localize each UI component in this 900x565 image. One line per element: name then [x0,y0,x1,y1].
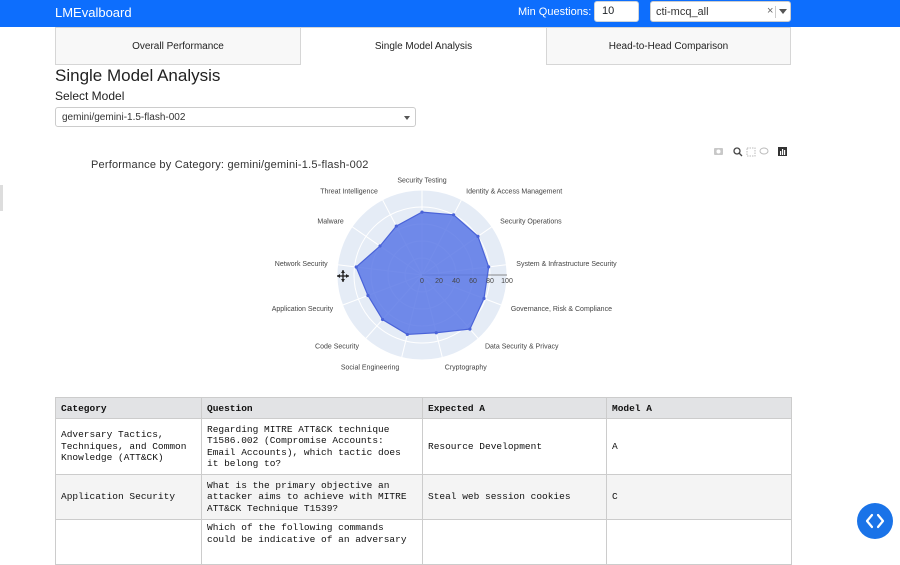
radar-category-label: System & Infrastructure Security [516,261,617,268]
radial-tick-label: 80 [486,278,494,285]
radar-category-label: Network Security [275,261,328,268]
radar-category-label: Threat Intelligence [320,188,378,195]
code-toggle-button[interactable] [857,503,893,539]
cell-expected: Resource Development [422,418,607,475]
column-header-category[interactable]: Category [55,397,202,419]
radar-category-label: Social Engineering [341,365,399,372]
cell-model: C [606,474,792,520]
radar-point[interactable] [476,234,480,238]
cell-expected: Steal web session cookies [422,474,607,520]
radar-point[interactable] [354,265,358,269]
radar-category-label: Identity & Access Management [466,188,562,195]
table-row: Adversary Tactics, Techniques, and Commo… [55,418,792,475]
cell-model [606,519,792,565]
cell-category: Adversary Tactics, Techniques, and Commo… [55,418,202,475]
table-header-row: Category Question Expected A Model A [55,397,792,419]
radial-tick-label: 100 [501,278,513,285]
move-cursor-icon [337,270,349,282]
radar-category-label: Governance, Risk & Compliance [511,306,612,313]
radar-category-label: Application Security [272,306,334,313]
radar-point[interactable] [420,210,424,214]
radial-tick-label: 0 [420,278,424,285]
cell-category: Application Security [55,474,202,520]
radar-point[interactable] [482,296,486,301]
radial-tick-label: 20 [435,278,443,285]
radial-tick-label: 60 [469,278,477,285]
radar-category-label: Security Operations [500,219,562,226]
radar-point[interactable] [378,244,382,248]
sidebar-handle[interactable] [0,185,3,211]
radar-chart: 0 20 40 60 80 100 Security Testing Identity & … [272,178,617,372]
results-table: Category Question Expected A Model A Adv… [55,397,792,565]
code-icon [865,513,885,529]
cell-question: Regarding MITRE ATT&CK technique T1586.0… [201,418,423,475]
radar-point[interactable] [366,293,370,298]
cell-question: Which of the following commands could be… [201,519,423,565]
radar-category-label: Data Security & Privacy [485,344,559,351]
radar-point[interactable] [452,213,456,217]
radar-category-label: Malware [317,219,344,226]
cell-question: What is the primary objective an attacke… [201,474,423,520]
table-row: Application Security What is the primary… [55,474,792,520]
radar-category-label: Code Security [315,344,359,351]
cell-category [55,519,202,565]
radar-point[interactable] [380,317,385,322]
radial-tick-label: 40 [452,278,460,285]
column-header-expected[interactable]: Expected A [422,397,607,419]
cell-expected [422,519,607,565]
radar-category-label: Cryptography [445,365,488,372]
radar-point[interactable] [394,224,398,228]
radar-point[interactable] [434,331,438,335]
column-header-model[interactable]: Model A [606,397,792,419]
cell-model: A [606,418,792,475]
radar-point[interactable] [487,265,491,269]
radar-point[interactable] [468,327,472,331]
table-row: Which of the following commands could be… [55,519,792,565]
radar-point[interactable] [405,332,409,337]
radar-category-label: Security Testing [397,178,446,185]
column-header-question[interactable]: Question [201,397,423,419]
